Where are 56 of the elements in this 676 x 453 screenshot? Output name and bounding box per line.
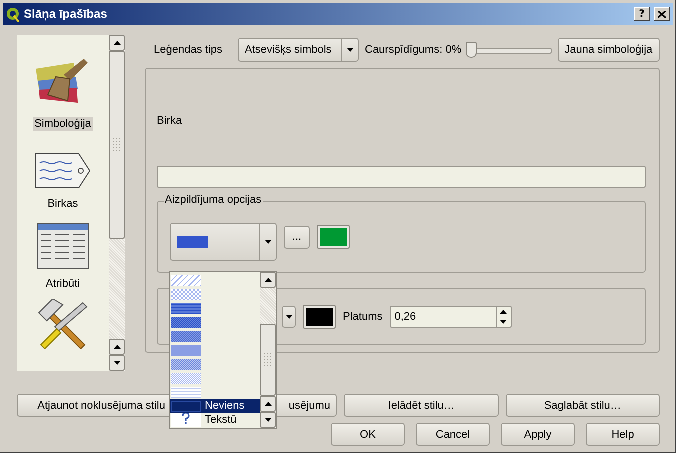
down-arrow-icon [264,240,272,244]
scroll-up-button[interactable] [260,396,276,412]
table-icon [37,223,89,269]
legend-type-label: Leģendas tips [154,44,224,56]
dropdown-option[interactable]: Neviens [170,399,260,413]
outline-style-combo[interactable] [282,306,296,328]
slider-thumb[interactable] [466,42,477,58]
hammer-screwdriver-icon [37,299,89,349]
style-button[interactable]: Ielādēt stilu… [344,394,499,417]
sidebar-item[interactable]: Atribūti [44,277,82,291]
dialog-button[interactable]: Help [586,423,660,446]
new-symbology-button[interactable]: Jauna simboloģija [558,38,660,62]
scroll-down-button[interactable] [260,412,276,428]
transparency-label: Caurspīdīgums: 0% [365,44,462,56]
help-button[interactable]: ? [634,7,650,21]
label-input-field[interactable] [157,166,646,188]
fill-style-combo[interactable] [170,223,277,261]
close-button[interactable] [654,7,670,21]
dialog-button[interactable]: Apply [501,423,575,446]
grip-icon [264,353,272,367]
sidebar-item[interactable]: Simboloģija [32,117,94,131]
width-spinbox[interactable]: 0,26 [390,306,512,328]
dialog-button[interactable]: Cancel [416,423,490,446]
down-arrow-icon [264,418,272,422]
sidebar-item[interactable]: Birkas [46,197,80,211]
legend-type-combo[interactable]: Atsevišķs simbols [238,38,359,62]
down-arrow-icon [346,48,354,52]
style-button[interactable]: Saglabāt stilu… [506,394,660,417]
group-title: Aizpildījuma opcijas [164,194,263,206]
question-mark-icon [182,413,190,424]
grip-icon [113,138,121,152]
scroll-up-button[interactable] [260,272,276,288]
scrollbar[interactable] [109,35,125,371]
fill-pattern-preview [177,236,208,248]
scroll-thumb[interactable] [109,51,125,239]
down-arrow-icon [286,314,292,318]
up-arrow-icon [264,278,272,282]
up-arrow-icon [114,345,120,349]
up-arrow-icon [114,41,120,45]
scroll-down-button[interactable] [109,355,125,371]
tag-icon [35,153,91,189]
width-label: Platums [343,310,383,322]
app-logo-icon [6,6,20,22]
up-arrow-icon [500,310,508,314]
scrollbar[interactable] [260,272,276,428]
label-heading: Birka [157,115,184,127]
down-arrow-icon [114,361,120,365]
window-title: Slāņa īpašības [24,7,108,21]
down-arrow-icon [500,320,508,324]
close-icon [658,10,666,18]
scroll-up-button[interactable] [109,339,125,355]
scroll-thumb[interactable] [260,324,276,396]
up-arrow-icon [264,402,272,406]
more-button[interactable]: ... [284,226,310,248]
scroll-up-button[interactable] [109,35,125,51]
dialog-button[interactable]: OK [331,423,405,446]
